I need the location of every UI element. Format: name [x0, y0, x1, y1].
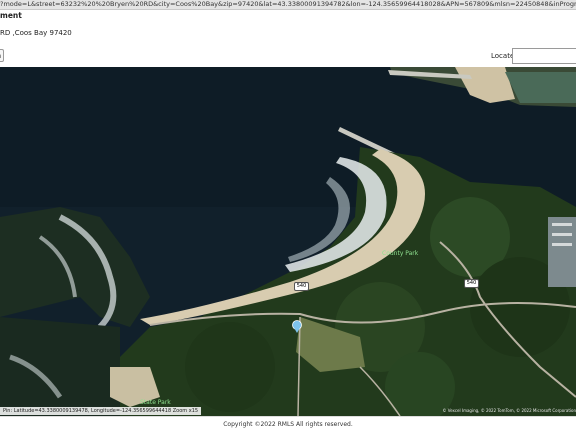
page-title: ment	[0, 11, 22, 20]
route-540-shield-east: 540	[464, 279, 479, 288]
county-park-label: County Park	[382, 250, 419, 257]
state-park-label: State Park	[140, 399, 171, 406]
copyright-footer: Copyright ©2022 RMLS All rights reserved…	[0, 416, 576, 433]
toolbar-button[interactable]: n	[0, 49, 4, 62]
address-bar[interactable]: ?mode=L&street=63232%20%20Bryen%20RD&cit…	[0, 0, 576, 10]
route-540-shield: 540	[294, 282, 309, 291]
locate-input[interactable]	[512, 48, 576, 64]
property-address: RD ,Coos Bay 97420	[0, 29, 72, 37]
map-attribution: © Vexcel Imaging, © 2022 TomTom, © 2022 …	[442, 408, 576, 413]
pin-coordinates-readout: Pin: Latitude=43.3380009139478, Longitud…	[0, 407, 202, 415]
satellite-map[interactable]: 540 540 County Park State Park	[0, 67, 576, 416]
map-imagery	[0, 67, 576, 416]
